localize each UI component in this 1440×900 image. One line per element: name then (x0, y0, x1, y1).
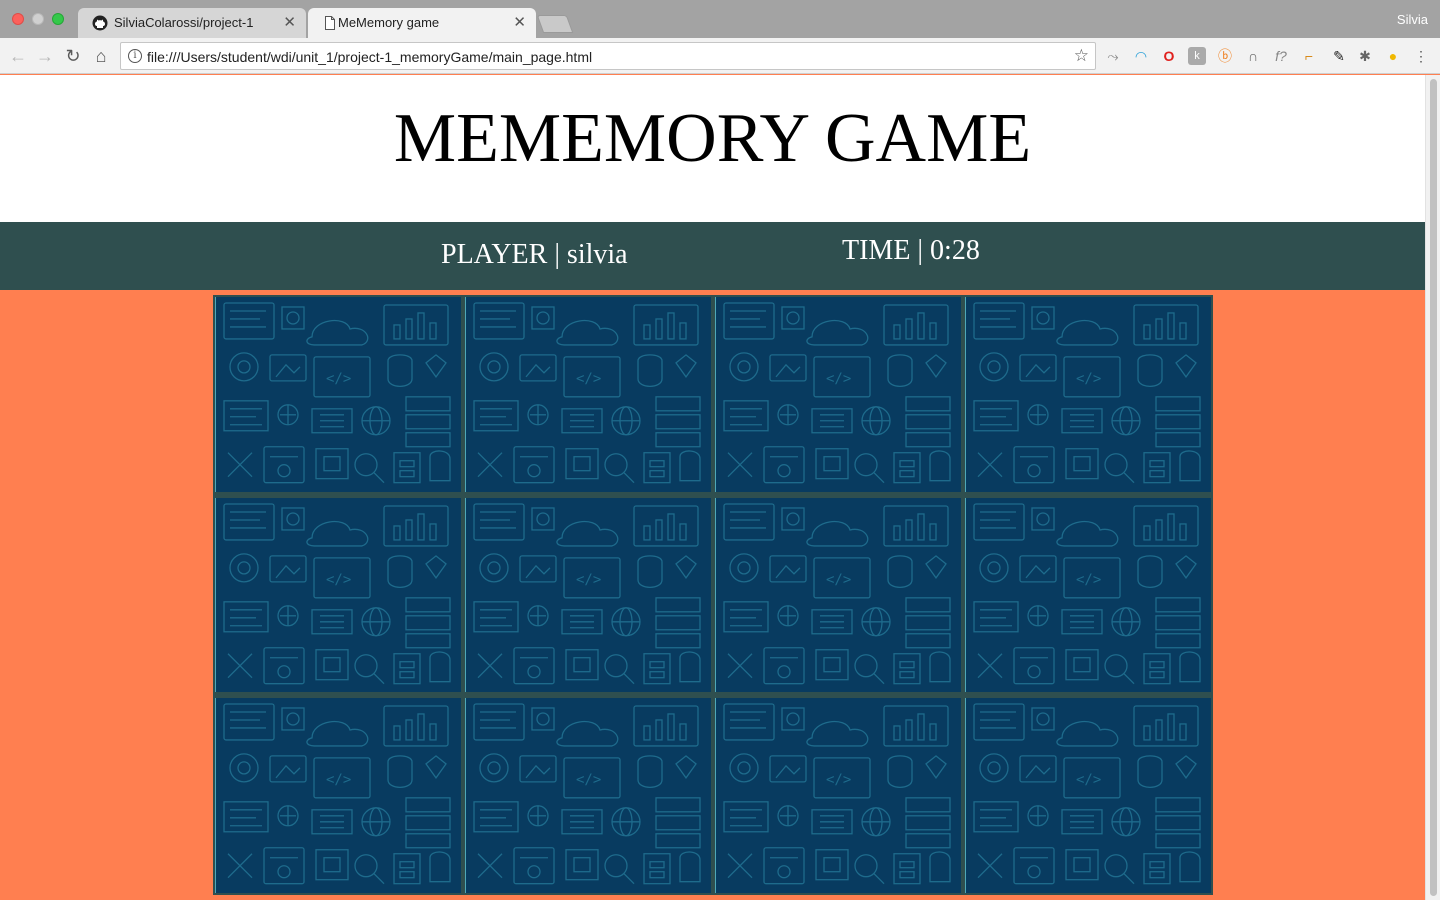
card-back-pattern-icon: </> (223, 302, 451, 484)
bookmark-star-icon[interactable]: ☆ (1074, 46, 1089, 66)
card-back-pattern-icon: </> (973, 302, 1201, 484)
svg-text:</>: </> (1076, 772, 1101, 788)
info-icon[interactable]: i (128, 49, 142, 63)
extension-eyedropper-icon[interactable]: ✎ (1330, 47, 1348, 65)
forward-arrow-icon[interactable]: → (33, 44, 57, 68)
memory-card[interactable]: </> (965, 497, 1211, 693)
card-back-pattern-icon: </> (723, 502, 951, 684)
memory-card[interactable]: </> (465, 497, 711, 693)
window-close-button[interactable] (12, 13, 24, 25)
extension-bug-icon[interactable]: ✱ (1356, 47, 1374, 65)
browser-toolbar: ← → ↻ ⌂ i file:///Users/student/wdi/unit… (0, 38, 1440, 74)
card-back-pattern-icon: </> (473, 302, 701, 484)
card-back-pattern-icon: </> (473, 703, 701, 885)
extension-opera-icon[interactable]: O (1160, 47, 1178, 65)
window-minimize-button[interactable] (32, 13, 44, 25)
extension-rainbow-icon[interactable]: ◠ (1132, 47, 1150, 65)
window-maximize-button[interactable] (52, 13, 64, 25)
timer-label: TIME | 0:28 (842, 235, 980, 266)
memory-card[interactable]: </> (465, 698, 711, 893)
tab-close-icon[interactable]: ✕ (513, 13, 526, 31)
tab-mememory-game[interactable]: MeMemory game ✕ (308, 8, 536, 38)
tab-title: MeMemory game (338, 15, 440, 30)
tab-title: SilviaColarossi/project-1 (114, 15, 254, 30)
memory-card[interactable]: </> (715, 497, 961, 693)
page: MEMEMORY GAME PLAYER | silvia TIME | 0:2… (0, 75, 1425, 900)
page-icon (325, 16, 335, 30)
card-back-pattern-icon: </> (973, 703, 1201, 885)
svg-text:</>: </> (326, 371, 351, 387)
card-back-pattern-icon: </> (223, 502, 451, 684)
extension-magnet-icon[interactable]: ∩ (1244, 47, 1262, 65)
memory-card[interactable]: </> (715, 698, 961, 893)
page-header: MEMEMORY GAME (0, 75, 1425, 222)
svg-text:</>: </> (826, 572, 851, 588)
svg-text:</>: </> (576, 371, 601, 387)
menu-dots-icon[interactable]: ⋮ (1412, 47, 1430, 65)
svg-text:</>: </> (576, 572, 601, 588)
memory-card[interactable]: </> (715, 297, 961, 492)
profile-name[interactable]: Silvia (1397, 12, 1428, 27)
status-bar: PLAYER | silvia TIME | 0:28 (0, 222, 1425, 290)
svg-text:</>: </> (326, 572, 351, 588)
github-icon (92, 15, 108, 31)
svg-text:</>: </> (826, 772, 851, 788)
memory-card[interactable]: </> (215, 297, 461, 492)
memory-card[interactable]: </> (965, 297, 1211, 492)
card-back-pattern-icon: </> (473, 502, 701, 684)
home-icon[interactable]: ⌂ (89, 44, 113, 68)
player-label: PLAYER | silvia (441, 239, 628, 270)
address-bar[interactable]: i file:///Users/student/wdi/unit_1/proje… (120, 42, 1096, 70)
extension-font-icon[interactable]: f? (1272, 47, 1290, 65)
url-text[interactable]: file:///Users/student/wdi/unit_1/project… (147, 49, 592, 65)
extension-lightbulb-icon[interactable]: ● (1384, 47, 1402, 65)
svg-text:</>: </> (576, 772, 601, 788)
card-back-pattern-icon: </> (973, 502, 1201, 684)
memory-card[interactable]: </> (215, 497, 461, 693)
scrollbar-thumb[interactable] (1430, 79, 1437, 896)
browser-tabstrip: SilviaColarossi/project-1 ✕ MeMemory gam… (0, 0, 1440, 38)
memory-card[interactable]: </> (215, 698, 461, 893)
memory-card[interactable]: </> (465, 297, 711, 492)
card-back-pattern-icon: </> (223, 703, 451, 885)
memory-card[interactable]: </> (965, 698, 1211, 893)
vertical-scrollbar[interactable] (1425, 75, 1440, 900)
page-title: MEMEMORY GAME (393, 100, 1032, 177)
extension-k-icon[interactable]: k (1188, 47, 1206, 65)
tab-close-icon[interactable]: ✕ (283, 13, 296, 31)
game-board: </> </> </> </> </> </> </> </> </> </> … (213, 295, 1213, 895)
svg-text:</>: </> (326, 772, 351, 788)
extension-orange-icon[interactable]: ⓑ (1216, 47, 1234, 65)
extension-translate-icon[interactable]: ⤳ (1104, 47, 1122, 65)
card-back-pattern-icon: </> (723, 302, 951, 484)
svg-text:</>: </> (1076, 572, 1101, 588)
new-tab-button[interactable] (536, 15, 574, 33)
back-arrow-icon[interactable]: ← (6, 44, 30, 68)
svg-text:</>: </> (1076, 371, 1101, 387)
extension-tag-icon[interactable]: ⌐ (1300, 47, 1318, 65)
card-back-pattern-icon: </> (723, 703, 951, 885)
reload-icon[interactable]: ↻ (61, 44, 85, 68)
tab-github[interactable]: SilviaColarossi/project-1 ✕ (78, 8, 306, 38)
svg-text:</>: </> (826, 371, 851, 387)
